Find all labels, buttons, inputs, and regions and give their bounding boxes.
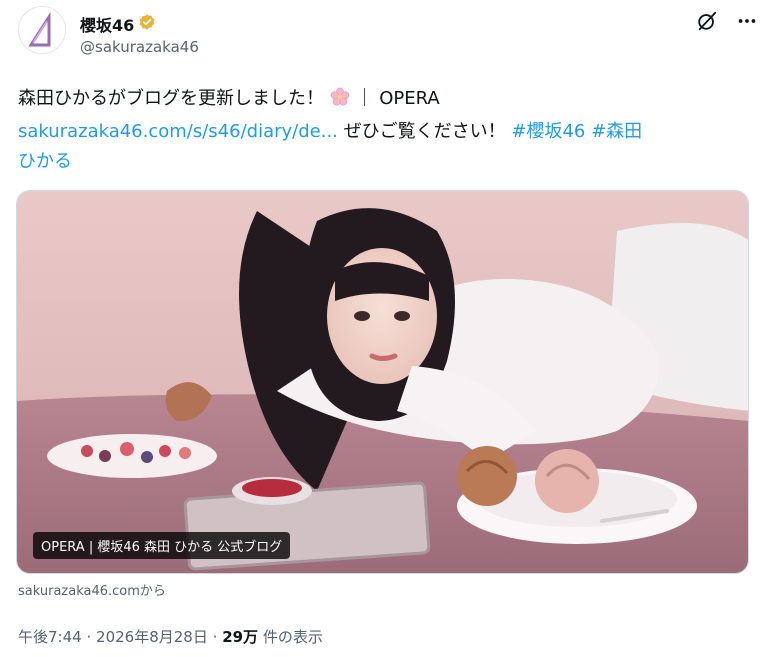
grok-icon[interactable] — [696, 10, 718, 32]
post-time[interactable]: 午後7:44 — [18, 628, 82, 646]
tweet-text: 森田ひかるがブログを更新しました！ ｜ OPERA sakurazaka46.c… — [18, 84, 753, 177]
meta-separator: · — [212, 628, 218, 646]
tweet-meta: 午後7:44 · 2026年8月28日 · 29万 件の表示 — [18, 626, 323, 647]
post-date[interactable]: 2026年8月28日 — [96, 628, 208, 646]
hashtag-sakurazaka46[interactable]: #櫻坂46 — [511, 121, 585, 142]
views-count[interactable]: 29万 — [222, 628, 258, 646]
verified-badge-icon — [138, 13, 156, 35]
blog-photo — [17, 191, 748, 573]
hashtag-morita-part1[interactable]: #森田 — [591, 121, 642, 142]
tweet-text-line1-suffix: ｜ OPERA — [355, 88, 440, 109]
display-name[interactable]: 櫻坂46 — [80, 12, 134, 36]
tweet-text-line1: 森田ひかるがブログを更新しました！ — [18, 88, 324, 109]
card-caption: OPERA | 櫻坂46 森田 ひかる 公式ブログ — [33, 532, 291, 559]
views-label: 件の表示 — [258, 628, 323, 646]
sakurazaka-logo-icon — [19, 7, 65, 53]
tweet-text-line2: ぜひご覧ください！ — [337, 121, 512, 142]
tweet-header: 櫻坂46 @sakurazaka46 — [18, 6, 758, 62]
card-source-link[interactable]: sakurazaka46.comから — [18, 580, 166, 599]
user-handle[interactable]: @sakurazaka46 — [80, 38, 199, 56]
more-options-icon[interactable] — [736, 10, 758, 32]
blog-link[interactable]: sakurazaka46.com/s/s46/diary/de... — [18, 121, 338, 142]
cherry-blossom-icon — [330, 87, 350, 117]
link-card-image[interactable]: OPERA | 櫻坂46 森田 ひかる 公式ブログ — [16, 190, 749, 574]
avatar[interactable] — [18, 6, 66, 54]
hashtag-morita-part2[interactable]: ひかる — [18, 151, 72, 172]
meta-separator: · — [86, 628, 92, 646]
